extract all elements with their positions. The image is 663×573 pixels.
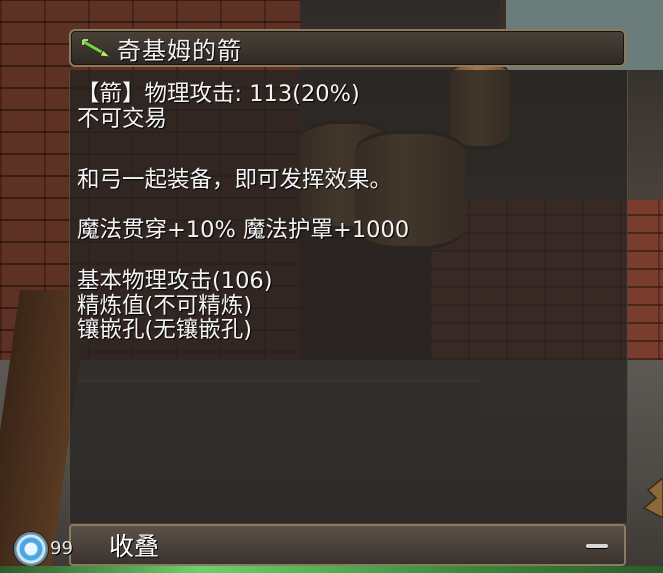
spacer [77, 131, 409, 168]
collapse-bar[interactable]: 收叠 [69, 524, 626, 566]
socket-info: 镶嵌孔(无镶嵌孔) [77, 317, 253, 343]
item-tooltip-panel: 【箭】物理攻击: 113(20%) 不可交易 和弓一起装备，即可发挥效果。 魔法… [69, 70, 628, 523]
item-name: 奇基姆的箭 [117, 36, 242, 65]
refine-value: 精炼值(不可精炼) [77, 292, 253, 319]
hud-number: 99 [50, 538, 73, 559]
collapse-button[interactable] [576, 532, 618, 560]
item-title-bar: 奇基姆的箭 [69, 29, 626, 67]
equip-hint: 和弓一起装备，即可发挥效果。 [77, 167, 393, 193]
attack-line: 【箭】物理攻击: 113(20%) [77, 81, 360, 107]
spacer [77, 242, 409, 269]
collapse-label: 收叠 [109, 532, 160, 561]
trade-status: 不可交易 [77, 105, 168, 132]
magic-bonus-line: 魔法贯穿+10% 魔法护罩+1000 [77, 216, 410, 243]
minus-icon [586, 544, 608, 548]
base-attack: 基本物理攻击(106) [77, 268, 273, 294]
spacer [77, 193, 409, 218]
skill-orb-icon[interactable] [13, 531, 49, 567]
arrow-icon [79, 33, 113, 63]
item-attributes: 【箭】物理攻击: 113(20%) 不可交易 和弓一起装备，即可发挥效果。 魔法… [77, 82, 409, 343]
ornament-icon [642, 478, 663, 518]
hp-bar [0, 566, 663, 573]
